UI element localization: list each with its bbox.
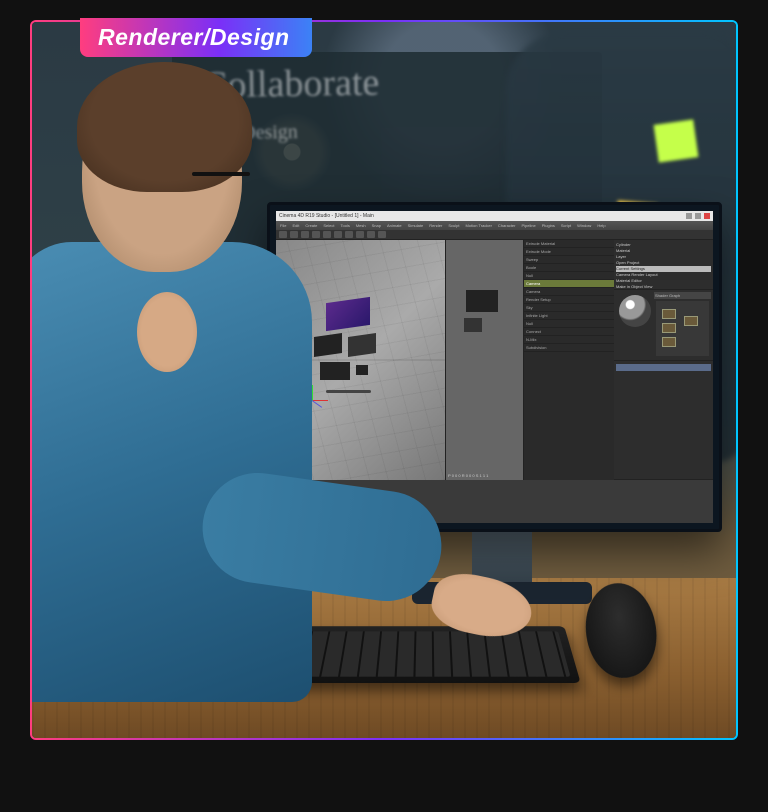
object-row[interactable]: Null: [524, 272, 614, 280]
shader-node[interactable]: [662, 323, 676, 333]
shader-graph[interactable]: [656, 301, 709, 356]
menu-sculpt[interactable]: Sculpt: [448, 223, 459, 228]
feature-card: Collaborate Team Design → Cinema 4D R19 …: [30, 20, 738, 740]
shader-node[interactable]: [662, 337, 676, 347]
object-row[interactable]: Extrude Material: [524, 240, 614, 248]
object-row[interactable]: Extrude Mode: [524, 248, 614, 256]
coords-readout: P 0 0 0 R 0 0 0 S 1 1 1: [448, 473, 488, 478]
menu-script[interactable]: Script: [561, 223, 571, 228]
object-row[interactable]: Sky: [524, 304, 614, 312]
shader-node[interactable]: [684, 316, 698, 326]
category-badge: Renderer/Design: [80, 18, 312, 57]
sticky-note: [654, 119, 699, 162]
object-row[interactable]: Render Setup: [524, 296, 614, 304]
badge-label: Renderer/Design: [98, 24, 290, 50]
object-row[interactable]: Boole: [524, 264, 614, 272]
right-panels: CylinderMaterialLayerOpen ProjectCurrent…: [614, 240, 713, 480]
foreground-person: [32, 62, 412, 738]
attr-header: [616, 364, 711, 371]
minimize-button[interactable]: [686, 213, 692, 219]
material-preview[interactable]: Shader Graph: [614, 290, 713, 361]
viewport-secondary[interactable]: P 0 0 0 R 0 0 0 S 1 1 1: [446, 240, 524, 480]
object-row[interactable]: Null: [524, 320, 614, 328]
object-manager[interactable]: Extrude MaterialExtrude ModeSweepBooleNu…: [524, 240, 614, 480]
commands-panel[interactable]: CylinderMaterialLayerOpen ProjectCurrent…: [614, 240, 713, 290]
shader-node[interactable]: [662, 309, 676, 319]
object-row[interactable]: Connect: [524, 328, 614, 336]
menu-render[interactable]: Render: [429, 223, 442, 228]
close-button[interactable]: [704, 213, 710, 219]
scene-object[interactable]: [464, 318, 482, 332]
object-row[interactable]: Sweep: [524, 256, 614, 264]
menu-character[interactable]: Character: [498, 223, 516, 228]
object-row[interactable]: Infinite Light: [524, 312, 614, 320]
card-inner: Collaborate Team Design → Cinema 4D R19 …: [32, 22, 736, 738]
object-row[interactable]: Camera: [524, 288, 614, 296]
menu-window[interactable]: Window: [577, 223, 591, 228]
object-row[interactable]: Camera: [524, 280, 614, 288]
scene-object[interactable]: [466, 290, 498, 312]
panel-header: Shader Graph: [654, 292, 711, 299]
object-row[interactable]: Subdivision: [524, 344, 614, 352]
menu-motion-tracker[interactable]: Motion Tracker: [465, 223, 491, 228]
menu-plugins[interactable]: Plugins: [542, 223, 555, 228]
menu-pipeline[interactable]: Pipeline: [521, 223, 535, 228]
attributes-panel[interactable]: [614, 361, 713, 480]
maximize-button[interactable]: [695, 213, 701, 219]
object-row[interactable]: N-Mix: [524, 336, 614, 344]
menu-help[interactable]: Help: [597, 223, 605, 228]
material-sphere-icon[interactable]: [619, 295, 651, 327]
